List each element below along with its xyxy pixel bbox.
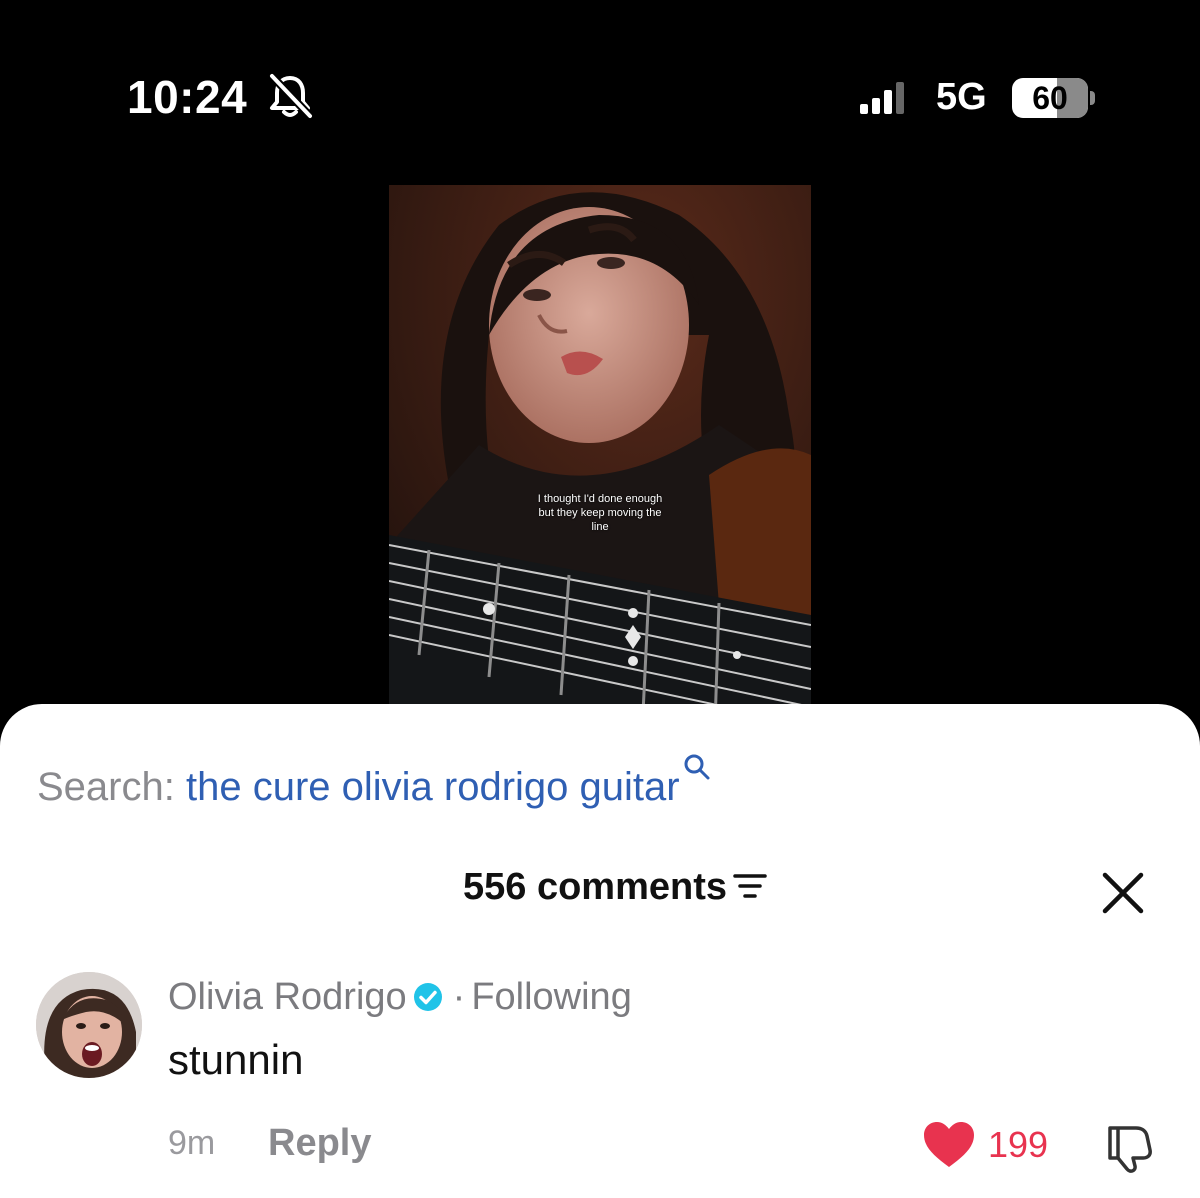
signal-icon bbox=[860, 82, 904, 114]
separator-dot: · bbox=[452, 976, 466, 1018]
search-prefix: Search: bbox=[37, 765, 175, 809]
video-caption: I thought I'd done enough but they keep … bbox=[537, 493, 663, 533]
comment-timestamp: 9m bbox=[168, 1124, 216, 1162]
heart-icon[interactable] bbox=[922, 1120, 976, 1170]
comment-text: stunnin bbox=[168, 1036, 304, 1083]
network-type: 5G bbox=[936, 76, 987, 118]
like-count: 199 bbox=[988, 1124, 1049, 1165]
search-icon[interactable] bbox=[682, 752, 712, 782]
verified-badge-icon bbox=[413, 983, 442, 1011]
following-label: Following bbox=[471, 976, 632, 1018]
battery-indicator: 60 bbox=[1012, 78, 1088, 118]
video-player[interactable] bbox=[389, 185, 811, 725]
thumbs-down-icon[interactable] bbox=[1102, 1122, 1154, 1174]
search-query-link[interactable]: the cure olivia rodrigo guitar bbox=[186, 765, 680, 809]
status-time: 10:24 bbox=[127, 71, 248, 123]
bell-muted-icon bbox=[269, 73, 313, 119]
video-frame bbox=[389, 185, 811, 725]
sort-icon[interactable] bbox=[733, 871, 767, 901]
reply-button[interactable]: Reply bbox=[268, 1122, 371, 1165]
comment-author-line: Olivia Rodrigo · Following bbox=[168, 976, 632, 1019]
close-icon[interactable] bbox=[1100, 870, 1146, 916]
avatar-image bbox=[36, 972, 142, 1078]
comments-count: 556 comments bbox=[463, 866, 728, 908]
status-bar: 10:24 5G 60 bbox=[0, 0, 1200, 180]
comments-count-header: 556 comments bbox=[463, 866, 767, 909]
search-suggestion[interactable]: Search: the cure olivia rodrigo guitar bbox=[37, 752, 712, 813]
comment-author-name[interactable]: Olivia Rodrigo bbox=[168, 976, 407, 1018]
battery-cap bbox=[1090, 91, 1095, 105]
avatar[interactable] bbox=[36, 972, 142, 1078]
battery-level: 60 bbox=[1032, 80, 1068, 116]
